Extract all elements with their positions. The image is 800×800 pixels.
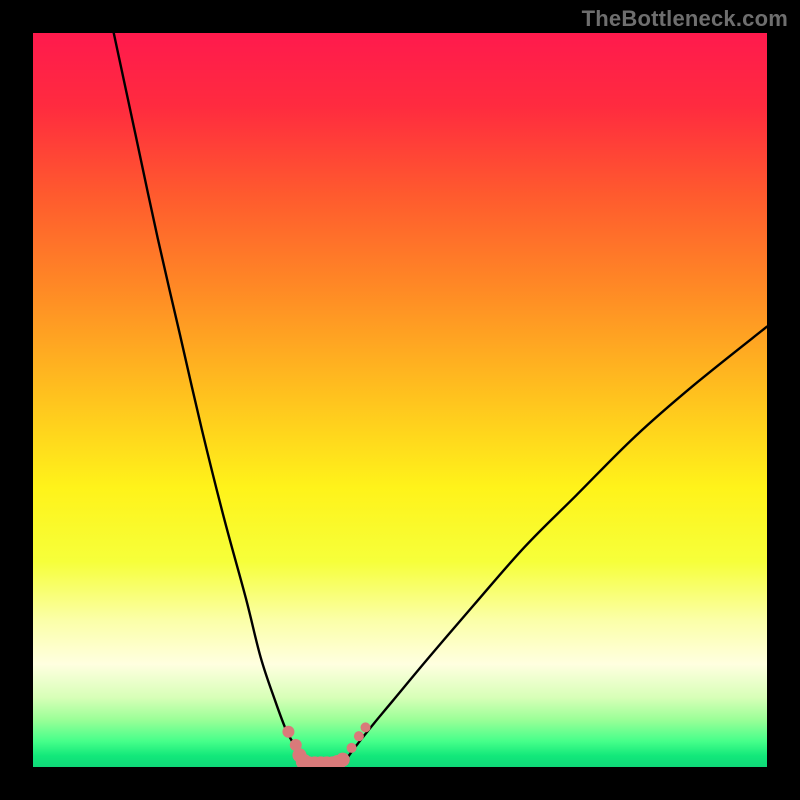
marker-dot bbox=[354, 731, 364, 741]
plot-area bbox=[33, 33, 767, 767]
marker-dot bbox=[361, 722, 371, 732]
marker-dot bbox=[347, 743, 357, 753]
watermark-text: TheBottleneck.com bbox=[582, 6, 788, 32]
marker-dot bbox=[282, 726, 294, 738]
marker-dot bbox=[336, 753, 350, 767]
gradient-background bbox=[33, 33, 767, 767]
chart-frame: TheBottleneck.com bbox=[0, 0, 800, 800]
plot-svg bbox=[33, 33, 767, 767]
